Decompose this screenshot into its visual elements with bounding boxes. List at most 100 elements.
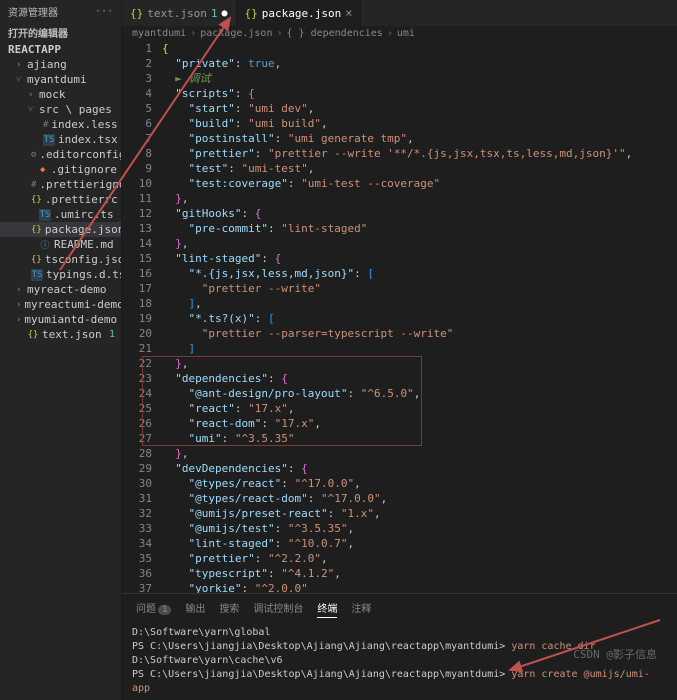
code-line[interactable]: "react-dom": "17.x",: [162, 416, 677, 431]
chevron-icon: ˅: [28, 104, 36, 115]
ts-icon: TS: [43, 134, 55, 146]
code-line[interactable]: ► 调试: [162, 71, 677, 86]
info-icon: ⓘ: [39, 239, 51, 251]
code-line[interactable]: "prettier --write": [162, 281, 677, 296]
code-line[interactable]: "@types/react": "^17.0.0",: [162, 476, 677, 491]
tree-item-label: README.md: [54, 238, 114, 251]
panel-tab-label: 调试控制台: [253, 604, 303, 615]
tree-item-label: tsconfig.json: [45, 253, 121, 266]
code-content[interactable]: { "private": true, ► 调试 "scripts": { "st…: [162, 41, 677, 593]
code-line[interactable]: },: [162, 236, 677, 251]
folder-item[interactable]: ›myreact-demo: [0, 282, 121, 297]
folder-item[interactable]: ›mock: [0, 87, 121, 102]
folder-item[interactable]: ›myreactumi-demo: [0, 297, 121, 312]
panel-tab-label: 问题: [136, 604, 156, 615]
code-line[interactable]: "umi": "^3.5.35": [162, 431, 677, 446]
code-line[interactable]: "*.ts?(x)": [: [162, 311, 677, 326]
braces-icon: {}: [245, 7, 258, 20]
file-item[interactable]: #index.less: [0, 117, 121, 132]
panel-tab[interactable]: 问题1: [136, 598, 171, 618]
code-line[interactable]: "pre-commit": "lint-staged": [162, 221, 677, 236]
hash-icon: #: [31, 179, 36, 191]
breadcrumb[interactable]: myantdumi›package.json›{ } dependencies›…: [122, 26, 677, 41]
tree-item-label: package.json: [45, 223, 121, 236]
code-line[interactable]: "test:coverage": "umi-test --coverage": [162, 176, 677, 191]
file-item[interactable]: TSindex.tsx: [0, 132, 121, 147]
folder-item[interactable]: ›myumiantd-demo: [0, 312, 121, 327]
tree-item-label: typings.d.ts: [46, 268, 121, 281]
file-item[interactable]: TStypings.d.ts: [0, 267, 121, 282]
folder-item[interactable]: ›ajiang: [0, 57, 121, 72]
panel-tab[interactable]: 注释: [351, 598, 371, 618]
code-line[interactable]: "lint-staged": {: [162, 251, 677, 266]
code-line[interactable]: ],: [162, 296, 677, 311]
breadcrumb-item[interactable]: myantdumi: [132, 28, 186, 39]
code-line[interactable]: "dependencies": {: [162, 371, 677, 386]
code-line[interactable]: "build": "umi build",: [162, 116, 677, 131]
editor-tab[interactable]: {}package.json×: [237, 0, 362, 26]
more-icon[interactable]: ···: [95, 6, 113, 17]
file-item[interactable]: #.prettierignore: [0, 177, 121, 192]
code-line[interactable]: "@umijs/test": "^3.5.35",: [162, 521, 677, 536]
code-line[interactable]: },: [162, 191, 677, 206]
tree-item-label: index.tsx: [58, 133, 118, 146]
close-icon[interactable]: ×: [345, 6, 352, 20]
file-item[interactable]: {}package.json: [0, 222, 121, 237]
code-line[interactable]: "lint-staged": "^10.0.7",: [162, 536, 677, 551]
code-line[interactable]: "typescript": "^4.1.2",: [162, 566, 677, 581]
code-line[interactable]: "gitHooks": {: [162, 206, 677, 221]
file-item[interactable]: {}tsconfig.json: [0, 252, 121, 267]
panel-tab[interactable]: 输出: [185, 598, 205, 618]
folder-item[interactable]: ˅myantdumi: [0, 72, 121, 87]
file-item[interactable]: {}text.json1: [0, 327, 121, 342]
breadcrumb-item[interactable]: { } dependencies: [287, 28, 383, 39]
panel-tab[interactable]: 搜索: [219, 598, 239, 618]
file-tree: ›ajiang˅myantdumi›mock˅src \ pages#index…: [0, 57, 121, 342]
code-line[interactable]: "@ant-design/pro-layout": "^6.5.0",: [162, 386, 677, 401]
code-line[interactable]: "start": "umi dev",: [162, 101, 677, 116]
braces-icon: {}: [31, 224, 42, 236]
code-line[interactable]: "test": "umi-test",: [162, 161, 677, 176]
file-item[interactable]: ◆.gitignore: [0, 162, 121, 177]
code-line[interactable]: },: [162, 446, 677, 461]
editor: 1234567891011121314151617181920212223242…: [122, 41, 677, 593]
file-item[interactable]: ⓘREADME.md: [0, 237, 121, 252]
code-line[interactable]: "prettier": "prettier --write '**/*.{js,…: [162, 146, 677, 161]
editor-tab[interactable]: {}text.json1×: [122, 0, 237, 26]
code-line[interactable]: "@umijs/preset-react": "1.x",: [162, 506, 677, 521]
code-line[interactable]: "@types/react-dom": "^17.0.0",: [162, 491, 677, 506]
panel-tab-label: 输出: [185, 604, 205, 615]
open-editors-label[interactable]: 打开的编辑器: [0, 23, 121, 42]
tree-item-label: src \ pages: [39, 103, 112, 116]
code-line[interactable]: "yorkie": "^2.0.0": [162, 581, 677, 593]
panel-tab[interactable]: 终端: [317, 598, 337, 618]
code-line[interactable]: "postinstall": "umi generate tmp",: [162, 131, 677, 146]
workspace-root[interactable]: REACTAPP: [0, 42, 121, 57]
tree-item-label: index.less: [51, 118, 117, 131]
code-line[interactable]: "prettier --parser=typescript --write": [162, 326, 677, 341]
code-line[interactable]: {: [162, 41, 677, 56]
folder-item[interactable]: ˅src \ pages: [0, 102, 121, 117]
file-item[interactable]: {}.prettierrc: [0, 192, 121, 207]
braces-icon: {}: [31, 254, 42, 266]
code-line[interactable]: "private": true,: [162, 56, 677, 71]
code-line[interactable]: ]: [162, 341, 677, 356]
code-line[interactable]: "devDependencies": {: [162, 461, 677, 476]
ts-icon: TS: [39, 209, 51, 221]
code-line[interactable]: "*.{js,jsx,less,md,json}": [: [162, 266, 677, 281]
chevron-icon: ›: [16, 315, 21, 325]
code-line[interactable]: "react": "17.x",: [162, 401, 677, 416]
explorer-header: 资源管理器 ···: [0, 0, 121, 23]
file-item[interactable]: TS.umirc.ts: [0, 207, 121, 222]
breadcrumb-item[interactable]: umi: [397, 28, 415, 39]
code-line[interactable]: "scripts": {: [162, 86, 677, 101]
panel-tab[interactable]: 调试控制台: [253, 598, 303, 618]
code-line[interactable]: "prettier": "^2.2.0",: [162, 551, 677, 566]
tree-item-label: .prettierignore: [39, 178, 121, 191]
breadcrumb-item[interactable]: package.json: [200, 28, 272, 39]
file-item[interactable]: ⚙.editorconfig: [0, 147, 121, 162]
git-icon: ◆: [38, 164, 48, 176]
code-line[interactable]: },: [162, 356, 677, 371]
panel-tab-label: 搜索: [219, 604, 239, 615]
explorer-title: 资源管理器: [8, 4, 95, 19]
